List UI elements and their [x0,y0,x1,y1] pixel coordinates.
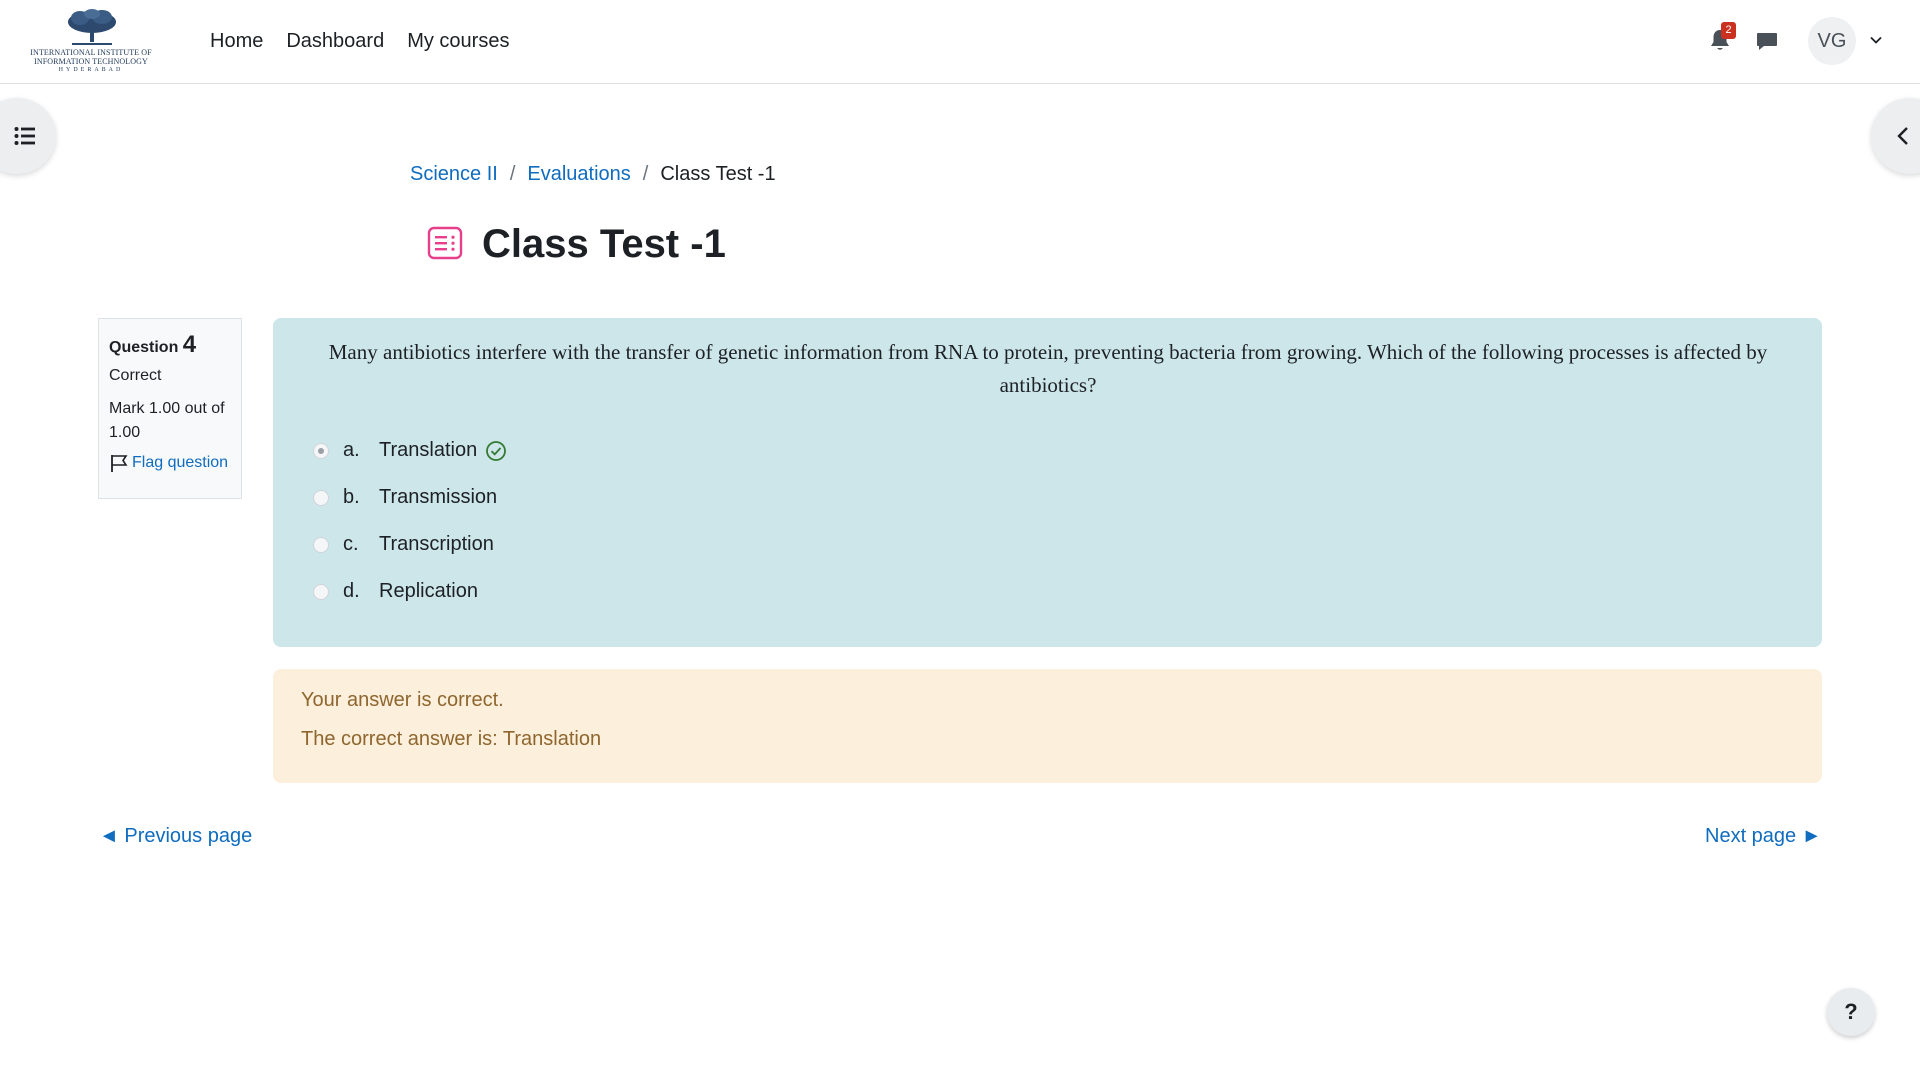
question-info-panel: Question 4 Correct Mark 1.00 out of 1.00… [98,318,242,499]
question-label: Question [109,339,179,356]
feedback-result: Your answer is correct. [301,689,504,711]
primary-navigation: Home Dashboard My courses [210,28,532,54]
institute-logo[interactable]: INTERNATIONAL INSTITUTE OF INFORMATION T… [22,6,160,78]
question-content: Many antibiotics interfere with the tran… [273,318,1822,647]
breadcrumb-current: Class Test -1 [660,163,776,185]
answer-letter: b. [343,486,360,508]
logo-text-line2: INFORMATION TECHNOLOGY [34,57,148,66]
answer-option-a[interactable]: a. Translation [313,439,507,462]
question-number-value: 4 [182,331,197,358]
answer-letter: c. [343,533,359,555]
previous-page-link[interactable]: ◄ Previous page [99,825,252,848]
question-text: Many antibiotics interfere with the tran… [328,340,1768,397]
answer-text: Transmission [379,486,498,508]
open-course-index-button[interactable] [0,98,56,174]
answer-radio-d[interactable] [313,583,329,600]
answer-radio-a[interactable] [313,442,329,459]
next-page-link[interactable]: Next page ► [1705,825,1822,848]
answer-option-d[interactable]: d. Replication [313,580,478,603]
logo-text-line3: HYDERABAD [58,67,124,73]
answer-option-c[interactable]: c. Transcription [313,533,494,556]
answer-letter: d. [343,580,360,602]
answer-text: Replication [379,580,478,602]
message-icon[interactable] [1756,30,1778,52]
answer-text: Translation [379,439,478,461]
logo-text-line1: INTERNATIONAL INSTITUTE OF [30,48,152,57]
feedback-correct-answer: The correct answer is: Translation [301,728,602,750]
question-grade: Mark 1.00 out of 1.00 [109,400,225,441]
question-state: Correct [109,367,162,384]
answer-text: Transcription [379,533,494,555]
help-button[interactable]: ? [1827,988,1875,1036]
quiz-icon [427,226,463,260]
nav-my-courses-link[interactable]: My courses [407,28,509,54]
notification-count-badge: 2 [1721,22,1736,39]
breadcrumb-course-link[interactable]: Science II [410,163,498,186]
flag-question-label: Flag question [132,454,229,471]
nav-home-link[interactable]: Home [210,28,263,54]
tree-logo-icon [68,9,116,45]
flag-icon [111,455,128,472]
answer-radio-b[interactable] [313,489,329,506]
breadcrumb-section-link[interactable]: Evaluations [527,163,630,186]
check-circle-icon [486,440,507,461]
answer-letter: a. [343,439,360,461]
chevron-left-icon [1897,127,1908,145]
answer-option-b[interactable]: b. Transmission [313,486,497,509]
list-icon [14,127,35,145]
breadcrumb-separator: / [642,163,649,185]
answer-feedback: Your answer is correct. The correct answ… [273,669,1822,783]
flag-question-link[interactable]: Flag question [109,453,231,473]
breadcrumb: Science II / Evaluations / Class Test -1 [410,163,776,186]
top-navbar: INTERNATIONAL INSTITUTE OF INFORMATION T… [0,0,1920,84]
chevron-down-icon[interactable] [1869,33,1883,47]
question-number: Question 4 [109,331,231,359]
open-block-drawer-button[interactable] [1871,98,1920,174]
page-title: Class Test -1 [482,222,726,266]
breadcrumb-separator: / [509,163,516,185]
nav-dashboard-link[interactable]: Dashboard [286,28,384,54]
answer-radio-c[interactable] [313,536,329,553]
user-avatar[interactable]: VG [1808,17,1856,65]
